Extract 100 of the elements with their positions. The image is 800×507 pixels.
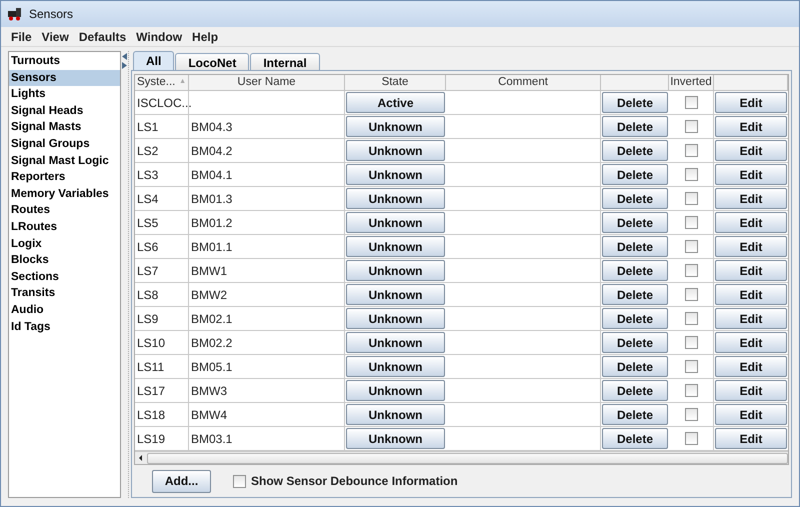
state-button[interactable]: Unknown [346,332,445,353]
state-button[interactable]: Unknown [346,260,445,281]
state-button[interactable]: Unknown [346,164,445,185]
sidebar-item[interactable]: Transits [9,285,120,302]
tab[interactable]: Internal [250,53,320,70]
sidebar-item[interactable]: Sections [9,268,120,286]
sidebar-item[interactable]: Audio [9,302,120,318]
delete-button[interactable]: Delete [602,332,668,353]
delete-button[interactable]: Delete [602,116,668,137]
inverted-checkbox[interactable] [684,432,698,445]
horizontal-scrollbar[interactable] [135,451,788,464]
delete-button[interactable]: Delete [602,188,668,209]
state-button[interactable]: Unknown [346,284,445,305]
delete-button[interactable]: Delete [602,164,668,185]
inverted-checkbox[interactable] [684,312,698,325]
edit-button[interactable]: Edit [715,212,787,233]
edit-button[interactable]: Edit [715,188,787,209]
delete-button[interactable]: Delete [602,428,668,449]
edit-button[interactable]: Edit [715,140,787,161]
table-cell: BM04.1 [189,163,345,186]
menu-item[interactable]: View [38,28,73,46]
state-button[interactable]: Unknown [346,380,445,401]
delete-button[interactable]: Delete [602,212,668,233]
edit-button[interactable]: Edit [715,116,787,137]
state-button[interactable]: Unknown [346,428,445,449]
menu-item[interactable]: Defaults [74,28,130,46]
inverted-checkbox[interactable] [684,96,698,109]
delete-button[interactable]: Delete [602,140,668,161]
sidebar-item[interactable]: Reporters [9,169,120,186]
sidebar-item[interactable]: Lights [9,86,120,103]
state-button[interactable]: Unknown [346,212,445,233]
delete-button[interactable]: Delete [602,308,668,329]
edit-button[interactable]: Edit [715,404,787,425]
sidebar-item[interactable]: Signal Mast Logic [9,152,120,170]
menu-item[interactable]: Help [188,28,222,46]
sidebar-item[interactable]: Blocks [9,252,120,269]
state-button[interactable]: Active [346,92,445,113]
state-button[interactable]: Unknown [346,404,445,425]
sidebar-item[interactable]: Signal Heads [9,102,120,120]
sidebar-item[interactable]: LRoutes [9,218,120,236]
edit-button[interactable]: Edit [715,164,787,185]
inverted-checkbox[interactable] [684,240,698,253]
column-header[interactable]: State [345,75,446,91]
table-cell: LS5 [135,211,189,234]
delete-button[interactable]: Delete [602,356,668,377]
sidebar-item[interactable]: Id Tags [9,318,120,336]
state-button[interactable]: Unknown [346,356,445,377]
inverted-checkbox[interactable] [684,216,698,229]
inverted-checkbox[interactable] [684,408,698,421]
inverted-checkbox[interactable] [684,144,698,157]
delete-button[interactable]: Delete [602,260,668,281]
column-header[interactable]: Inverted [669,75,714,91]
inverted-checkbox[interactable] [684,120,698,133]
sidebar-item[interactable]: Signal Groups [9,136,120,153]
inverted-checkbox[interactable] [684,384,698,397]
table-cell: BM03.1 [189,427,345,450]
column-header[interactable]: User Name [189,75,345,91]
inverted-checkbox[interactable] [684,288,698,301]
menu-item[interactable]: File [7,28,36,46]
delete-button[interactable]: Delete [602,404,668,425]
edit-button[interactable]: Edit [715,380,787,401]
edit-button[interactable]: Edit [715,356,787,377]
state-button[interactable]: Unknown [346,236,445,257]
inverted-checkbox[interactable] [684,360,698,373]
inverted-checkbox[interactable] [684,192,698,205]
scrollbar-thumb[interactable] [147,452,788,464]
edit-button[interactable]: Edit [715,428,787,449]
sidebar-item[interactable]: Signal Masts [9,119,120,136]
sidebar-item[interactable]: Memory Variables [9,186,120,202]
delete-button[interactable]: Delete [602,236,668,257]
tab[interactable]: LocoNet [175,53,250,70]
tab[interactable]: All [133,51,174,70]
delete-button[interactable]: Delete [602,284,668,305]
column-header[interactable]: Comment [446,75,601,91]
state-button[interactable]: Unknown [346,308,445,329]
edit-button[interactable]: Edit [715,236,787,257]
edit-button[interactable]: Edit [715,284,787,305]
table-cell: LS9 [135,307,189,330]
edit-button[interactable]: Edit [715,92,787,113]
debounce-checkbox[interactable] [233,474,246,488]
edit-button[interactable]: Edit [715,308,787,329]
table-cell: LS7 [135,259,189,282]
edit-button[interactable]: Edit [715,260,787,281]
edit-button[interactable]: Edit [715,332,787,353]
sidebar-item[interactable]: Sensors [9,70,120,86]
inverted-checkbox[interactable] [684,336,698,349]
menu-item[interactable]: Window [132,28,186,46]
delete-button[interactable]: Delete [602,380,668,401]
sidebar-item[interactable]: Logix [9,236,120,252]
sidebar-item[interactable]: Turnouts [9,53,120,70]
table-cell: LS4 [135,187,189,210]
state-button[interactable]: Unknown [346,116,445,137]
inverted-checkbox[interactable] [684,264,698,277]
add-button[interactable]: Add... [152,470,211,492]
checkbox-label: Show Sensor Debounce Information [251,473,458,490]
delete-button[interactable]: Delete [602,92,668,113]
inverted-checkbox[interactable] [684,168,698,181]
state-button[interactable]: Unknown [346,140,445,161]
state-button[interactable]: Unknown [346,188,445,209]
sidebar-item[interactable]: Routes [9,202,120,219]
